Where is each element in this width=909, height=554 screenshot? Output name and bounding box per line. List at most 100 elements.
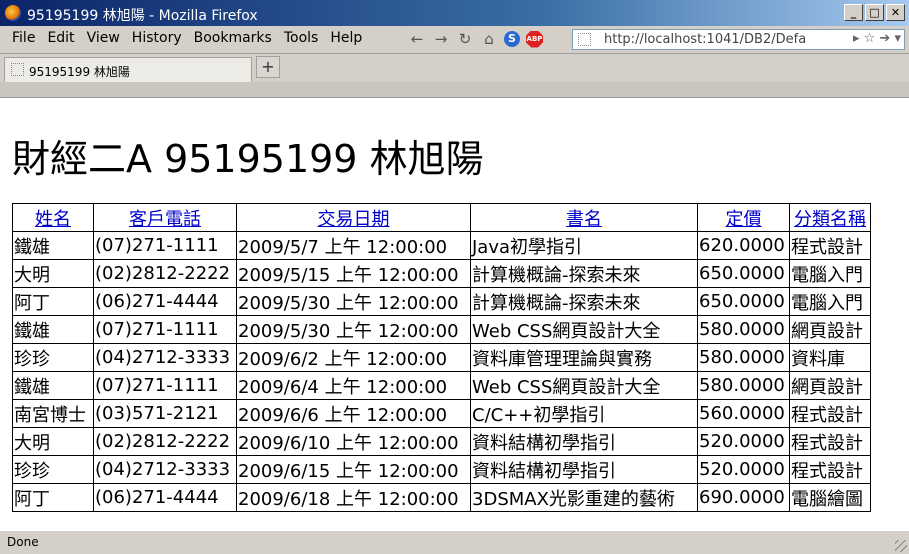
cell-book: Web CSS網頁設計大全: [470, 371, 698, 400]
cell-date: 2009/5/30 上午 12:00:00: [236, 287, 471, 316]
url-text: http://localhost:1041/DB2/Defa: [604, 32, 807, 47]
cell-price: 520.0000: [697, 455, 790, 484]
cell-name: 鐵雄: [12, 315, 94, 344]
new-tab-button[interactable]: +: [256, 56, 280, 78]
cell-phone: (06)271-4444: [93, 287, 237, 316]
cell-phone: (07)271-1111: [93, 371, 237, 400]
cell-category: 資料庫: [789, 343, 871, 372]
history-dropdown-icon[interactable]: ▾: [894, 31, 901, 46]
cell-name: 珍珍: [12, 343, 94, 372]
s-extension-icon[interactable]: S: [504, 31, 520, 47]
adblock-icon[interactable]: ABP: [526, 30, 543, 48]
menu-tools[interactable]: Tools: [278, 30, 325, 46]
header-link-name[interactable]: 姓名: [35, 209, 71, 230]
forward-icon[interactable]: →: [432, 29, 450, 49]
cell-price: 620.0000: [697, 231, 790, 260]
toolbar-strip: [0, 82, 909, 98]
cell-category: 網頁設計: [789, 315, 871, 344]
cell-book: Web CSS網頁設計大全: [470, 315, 698, 344]
maximize-button[interactable]: □: [865, 4, 884, 21]
cell-book: 3DSMAX光影重建的藝術: [470, 483, 698, 512]
page-content: 財經二A 95195199 林旭陽 姓名 客戶電話 交易日期 書名 定價 分類名…: [0, 98, 909, 530]
cell-category: 程式設計: [789, 399, 871, 428]
menu-help[interactable]: Help: [324, 30, 368, 46]
menu-bookmarks[interactable]: Bookmarks: [188, 30, 278, 46]
cell-phone: (02)2812-2222: [93, 427, 237, 456]
header-link-book[interactable]: 書名: [566, 209, 602, 230]
cell-price: 650.0000: [697, 259, 790, 288]
cell-date: 2009/6/10 上午 12:00:00: [236, 427, 471, 456]
menu-view[interactable]: View: [81, 30, 126, 46]
table-row: 阿丁 (06)271-4444 2009/5/30 上午 12:00:00 計算機概論…: [12, 287, 871, 316]
title-bar: 95195199 林旭陽 - Mozilla Firefox _ □ ✕: [0, 0, 909, 26]
bookmark-star-icon[interactable]: ☆: [864, 31, 876, 46]
cell-book: 資料結構初學指引: [470, 427, 698, 456]
cell-phone: (03)571-2121: [93, 399, 237, 428]
urlbar-tools: ▸ ☆ ➔ ▾: [853, 31, 901, 46]
cell-book: Java初學指引: [470, 231, 698, 260]
cell-name: 大明: [12, 427, 94, 456]
cell-date: 2009/6/15 上午 12:00:00: [236, 455, 471, 484]
table-row: 南宮博士 (03)571-2121 2009/6/6 上午 12:00:00 C/C+…: [12, 399, 871, 428]
cell-book: 計算機概論-探索未來: [470, 259, 698, 288]
cell-price: 560.0000: [697, 399, 790, 428]
table-row: 珍珍 (04)2712-3333 2009/6/15 上午 12:00:00 資料結構…: [12, 455, 871, 484]
address-bar[interactable]: http://localhost:1041/DB2/Defa ▸ ☆ ➔ ▾: [572, 29, 905, 50]
cell-category: 電腦入門: [789, 259, 871, 288]
header-link-date[interactable]: 交易日期: [318, 209, 390, 230]
tab-page-icon: [11, 63, 24, 76]
table-row: 珍珍 (04)2712-3333 2009/6/2 上午 12:00:00 資料庫管理…: [12, 343, 871, 372]
table-row: 鐵雄 (07)271-1111 2009/6/4 上午 12:00:00 Web CS…: [12, 371, 871, 400]
cell-date: 2009/6/6 上午 12:00:00: [236, 399, 471, 428]
reload-icon[interactable]: ↻: [456, 29, 474, 49]
menu-edit[interactable]: Edit: [41, 30, 80, 46]
back-icon[interactable]: ←: [408, 29, 426, 49]
menu-file[interactable]: File: [6, 30, 41, 46]
page-icon: [578, 33, 591, 46]
table-row: 鐵雄 (07)271-1111 2009/5/30 上午 12:00:00 Web C…: [12, 315, 871, 344]
table-row: 阿丁 (06)271-4444 2009/6/18 上午 12:00:00 3DSMA…: [12, 483, 871, 512]
cell-date: 2009/6/4 上午 12:00:00: [236, 371, 471, 400]
home-icon[interactable]: ⌂: [480, 29, 498, 49]
header-link-price[interactable]: 定價: [726, 209, 762, 230]
cell-name: 阿丁: [12, 483, 94, 512]
cell-book: 計算機概論-探索未來: [470, 287, 698, 316]
go-arrow-icon[interactable]: ➔: [879, 31, 890, 46]
table-row: 大明 (02)2812-2222 2009/6/10 上午 12:00:00 資料結構…: [12, 427, 871, 456]
cell-category: 電腦入門: [789, 287, 871, 316]
cell-date: 2009/5/15 上午 12:00:00: [236, 259, 471, 288]
table-row: 鐵雄 (07)271-1111 2009/5/7 上午 12:00:00 Java初學…: [12, 231, 871, 260]
page-heading: 財經二A 95195199 林旭陽: [12, 137, 484, 181]
cell-category: 程式設計: [789, 427, 871, 456]
close-button[interactable]: ✕: [886, 4, 905, 21]
cell-name: 珍珍: [12, 455, 94, 484]
minimize-button[interactable]: _: [844, 4, 863, 21]
menu-history[interactable]: History: [126, 30, 188, 46]
tab-label: 95195199 林旭陽: [29, 65, 130, 79]
cell-phone: (07)271-1111: [93, 315, 237, 344]
cell-category: 電腦繪圖: [789, 483, 871, 512]
resize-grip-icon[interactable]: [895, 540, 907, 552]
cell-price: 650.0000: [697, 287, 790, 316]
dropdown-arrow-icon[interactable]: ▸: [853, 31, 860, 46]
cell-price: 580.0000: [697, 343, 790, 372]
cell-date: 2009/6/2 上午 12:00:00: [236, 343, 471, 372]
header-link-phone[interactable]: 客戶電話: [129, 209, 201, 230]
cell-name: 阿丁: [12, 287, 94, 316]
cell-category: 程式設計: [789, 231, 871, 260]
cell-price: 580.0000: [697, 315, 790, 344]
cell-date: 2009/5/30 上午 12:00:00: [236, 315, 471, 344]
cell-price: 580.0000: [697, 371, 790, 400]
menu-bar: File Edit View History Bookmarks Tools H…: [0, 26, 909, 54]
header-link-category[interactable]: 分類名稱: [794, 209, 866, 230]
orders-table: 姓名 客戶電話 交易日期 書名 定價 分類名稱 鐵雄 (07)271-1111 20…: [12, 203, 871, 512]
tab-current[interactable]: 95195199 林旭陽: [4, 57, 252, 82]
cell-name: 鐵雄: [12, 371, 94, 400]
cell-book: 資料結構初學指引: [470, 455, 698, 484]
cell-book: 資料庫管理理論與實務: [470, 343, 698, 372]
cell-book: C/C++初學指引: [470, 399, 698, 428]
cell-price: 520.0000: [697, 427, 790, 456]
cell-phone: (02)2812-2222: [93, 259, 237, 288]
cell-phone: (04)2712-3333: [93, 343, 237, 372]
cell-category: 程式設計: [789, 455, 871, 484]
